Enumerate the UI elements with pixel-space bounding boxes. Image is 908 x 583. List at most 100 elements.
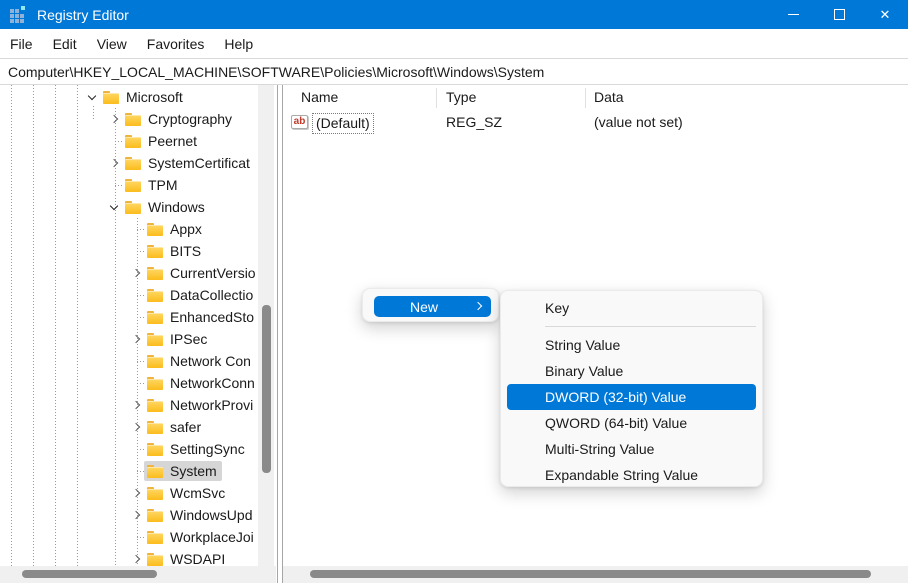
tree-key-label: NetworkProvi	[170, 397, 253, 413]
tree-vertical-scrollbar-thumb[interactable]	[262, 305, 271, 473]
tree-key-label: Cryptography	[148, 111, 232, 127]
menubar-item[interactable]: Help	[214, 29, 263, 58]
submenu-separator	[545, 326, 756, 327]
tree-key-label: TPM	[148, 177, 178, 193]
main-area: Microsoft Cryptography	[0, 85, 908, 583]
tree-row: Microsoft	[0, 86, 258, 108]
tree-key-item[interactable]: TPM	[122, 175, 183, 195]
tree-key-item[interactable]: WorkplaceJoi	[144, 527, 258, 547]
column-header-data[interactable]: Data	[594, 85, 624, 110]
submenu-item-label: String Value	[545, 337, 620, 353]
tree-expand-chevron-icon[interactable]	[132, 489, 140, 497]
tree-key-item[interactable]: safer	[144, 417, 206, 437]
folder-icon	[147, 223, 163, 236]
window-title: Registry Editor	[37, 7, 129, 23]
minimize-button[interactable]	[770, 0, 816, 29]
value-data: (value not set)	[594, 113, 683, 132]
tree-key-item[interactable]: DataCollectio	[144, 285, 258, 305]
menubar-item[interactable]: View	[87, 29, 137, 58]
submenu-item[interactable]: String Value	[501, 332, 762, 358]
menubar-item[interactable]: File	[0, 29, 43, 58]
tree-key-label: WSDAPI	[170, 551, 225, 566]
tree-key-label: SettingSync	[170, 441, 245, 457]
list-horizontal-scrollbar-thumb[interactable]	[310, 570, 871, 578]
tree-expand-chevron-icon[interactable]	[132, 555, 140, 563]
tree-key-label: WindowsUpd	[170, 507, 252, 523]
tree-expand-chevron-icon[interactable]	[110, 159, 118, 167]
tree-key-item[interactable]: NetworkConn	[144, 373, 258, 393]
tree-row: SystemCertificat	[0, 152, 258, 174]
tree-key-item[interactable]: Windows	[122, 197, 210, 217]
folder-icon	[147, 355, 163, 368]
tree-key-item[interactable]: Cryptography	[122, 109, 237, 129]
menubar-item[interactable]: Edit	[43, 29, 87, 58]
submenu-item[interactable]: Multi-String Value	[501, 436, 762, 462]
tree-row: Cryptography	[0, 108, 258, 130]
tree-key-label: Peernet	[148, 133, 197, 149]
tree-row: DataCollectio	[0, 284, 258, 306]
tree-key-item[interactable]: WcmSvc	[144, 483, 230, 503]
column-separator[interactable]	[585, 88, 586, 108]
folder-icon	[147, 421, 163, 434]
tree-row: WindowsUpd	[0, 504, 258, 526]
tree-expand-chevron-icon[interactable]	[110, 115, 118, 123]
tree-expand-chevron-icon[interactable]	[88, 92, 96, 100]
tree-expand-chevron-icon[interactable]	[132, 511, 140, 519]
tree-key-label: Microsoft	[126, 89, 183, 105]
tree-horizontal-scrollbar[interactable]	[0, 566, 276, 583]
tree-key-item[interactable]: IPSec	[144, 329, 212, 349]
tree-expand-chevron-icon[interactable]	[132, 401, 140, 409]
tree-key-item[interactable]: Microsoft	[100, 87, 188, 107]
column-header-name[interactable]: Name	[301, 85, 338, 110]
list-horizontal-scrollbar[interactable]	[283, 566, 908, 583]
tree-row: Appx	[0, 218, 258, 240]
tree-horizontal-scrollbar-thumb[interactable]	[22, 570, 157, 578]
tree-key-label: DataCollectio	[170, 287, 253, 303]
submenu-item-label: Binary Value	[545, 363, 623, 379]
value-row-default[interactable]: ab (Default) REG_SZ (value not set)	[283, 113, 908, 132]
tree-key-item[interactable]: Appx	[144, 219, 207, 239]
tree-key-item[interactable]: WSDAPI	[144, 549, 230, 566]
column-header-type[interactable]: Type	[446, 85, 476, 110]
folder-icon	[147, 289, 163, 302]
submenu-item[interactable]: QWORD (64-bit) Value	[501, 410, 762, 436]
tree-key-item[interactable]: BITS	[144, 241, 206, 261]
folder-icon	[125, 157, 141, 170]
tree-key-item[interactable]: SettingSync	[144, 439, 250, 459]
submenu-item[interactable]: Binary Value	[501, 358, 762, 384]
tree-key-label: WcmSvc	[170, 485, 225, 501]
tree-expand-chevron-icon[interactable]	[132, 335, 140, 343]
submenu-item[interactable]: DWORD (32-bit) Value	[507, 384, 756, 410]
menubar-item[interactable]: Favorites	[137, 29, 215, 58]
tree-key-label: IPSec	[170, 331, 207, 347]
tree-row: WSDAPI	[0, 548, 258, 566]
tree-key-item[interactable]: WindowsUpd	[144, 505, 257, 525]
tree-vertical-scrollbar[interactable]	[258, 85, 274, 566]
tree-key-item[interactable]: NetworkProvi	[144, 395, 258, 415]
context-menu-item-new[interactable]: New	[374, 296, 491, 317]
tree-expand-chevron-icon[interactable]	[132, 423, 140, 431]
tree-key-label: BITS	[170, 243, 201, 259]
tree-key-item[interactable]: System	[144, 461, 222, 481]
submenu-item-label: DWORD (32-bit) Value	[545, 389, 686, 405]
tree-key-item[interactable]: Network Con	[144, 351, 256, 371]
tree-row: WorkplaceJoi	[0, 526, 258, 548]
tree-key-item[interactable]: Peernet	[122, 131, 202, 151]
maximize-button[interactable]	[816, 0, 862, 29]
address-bar[interactable]: Computer\HKEY_LOCAL_MACHINE\SOFTWARE\Pol…	[0, 58, 908, 85]
tree-expand-chevron-icon[interactable]	[110, 202, 118, 210]
tree-key-item[interactable]: EnhancedSto	[144, 307, 258, 327]
submenu-item-label: Multi-String Value	[545, 441, 654, 457]
submenu-item[interactable]: Expandable String Value	[501, 462, 762, 488]
tree-key-item[interactable]: CurrentVersio	[144, 263, 258, 283]
submenu-item[interactable]: Key	[501, 295, 762, 321]
tree-row: CurrentVersio	[0, 262, 258, 284]
close-button[interactable]: ✕	[862, 0, 908, 29]
tree-expand-chevron-icon[interactable]	[132, 269, 140, 277]
tree-key-item[interactable]: SystemCertificat	[122, 153, 255, 173]
tree-row: IPSec	[0, 328, 258, 350]
tree-key-label: Network Con	[170, 353, 251, 369]
tree-key-label: safer	[170, 419, 201, 435]
value-name[interactable]: (Default)	[312, 113, 374, 134]
column-separator[interactable]	[436, 88, 437, 108]
